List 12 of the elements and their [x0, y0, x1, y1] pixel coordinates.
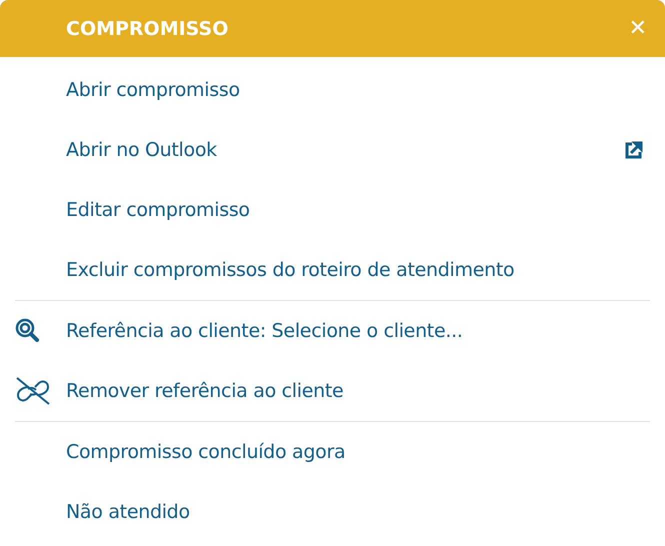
menu-item[interactable]: Compromisso concluído agora: [15, 422, 650, 482]
menu-item[interactable]: Abrir no Outlook: [15, 120, 650, 180]
search-icon: [15, 318, 41, 344]
menu-item[interactable]: Excluir compromissos do roteiro de atendimento: [15, 240, 650, 300]
menu-item[interactable]: Abrir compromisso: [15, 60, 650, 120]
external-link-icon: [624, 140, 644, 160]
menu-item[interactable]: Remover referência ao cliente: [15, 361, 650, 421]
menu-title: COMPROMISSO: [66, 18, 230, 40]
menu-item[interactable]: Editar compromisso: [15, 180, 650, 240]
menu-item[interactable]: Referência ao cliente: Selecione o cliente...: [15, 301, 650, 361]
menu-item[interactable]: Não atendido: [15, 482, 650, 542]
unlink-icon: [15, 377, 51, 405]
